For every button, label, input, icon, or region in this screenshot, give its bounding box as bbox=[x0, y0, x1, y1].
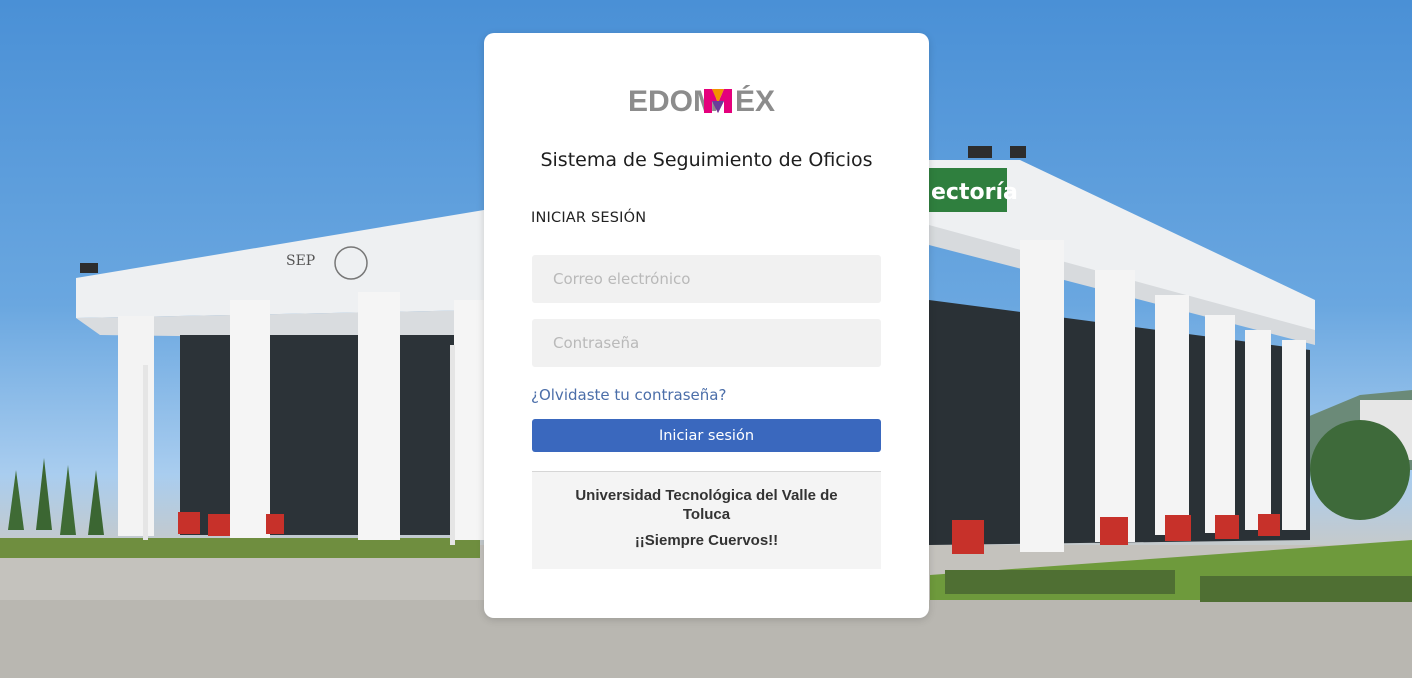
login-card: EDOM ÉX Sistema de Seguimiento de Oficio… bbox=[484, 33, 929, 618]
university-name: Universidad Tecnológica del Valle de Tol… bbox=[575, 487, 838, 523]
email-field[interactable] bbox=[532, 255, 881, 303]
login-heading: INICIAR SESIÓN bbox=[531, 210, 647, 226]
motto-text: ¡¡Siempre Cuervos!! bbox=[634, 532, 779, 549]
building-sign-text: ectoría bbox=[931, 180, 1018, 205]
footer-box: Universidad Tecnológica del Valle de Tol… bbox=[532, 471, 881, 569]
system-title: Sistema de Seguimiento de Oficios bbox=[540, 149, 873, 171]
logo-text-suffix: ÉX bbox=[735, 85, 775, 115]
password-field[interactable] bbox=[532, 319, 881, 367]
forgot-password-link[interactable]: ¿Olvidaste tu contraseña? bbox=[531, 386, 726, 404]
login-button[interactable]: Iniciar sesión bbox=[532, 419, 881, 452]
edomex-logo: EDOM ÉX bbox=[628, 85, 775, 115]
sep-label: SEP bbox=[286, 253, 315, 269]
